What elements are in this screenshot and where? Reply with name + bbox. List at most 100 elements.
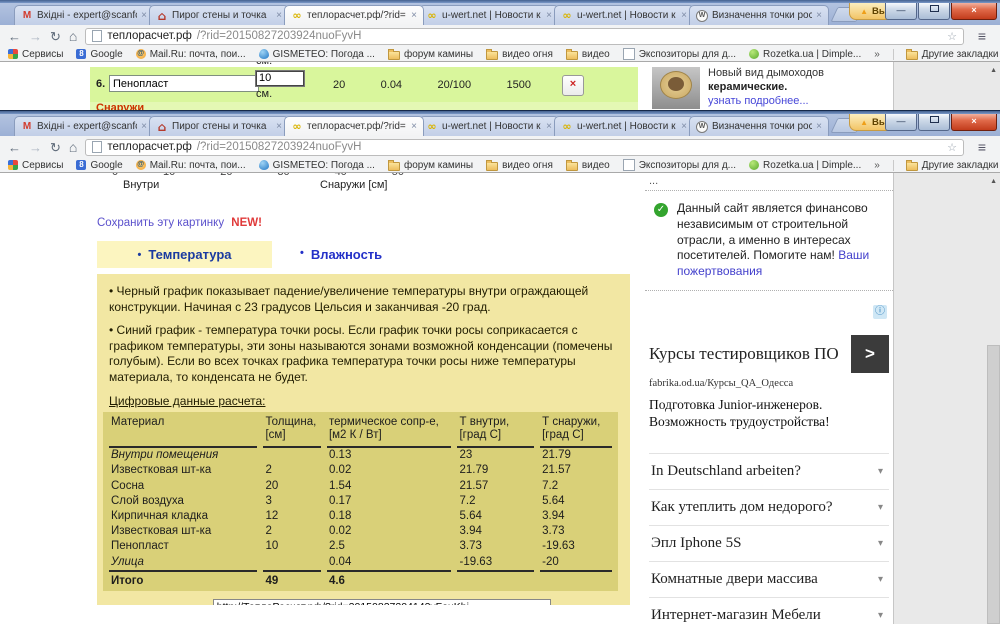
browser-tab[interactable]: Визначення точки рос × — [689, 5, 829, 25]
browser-tab[interactable]: Вхідні - expert@scanfc × — [14, 5, 154, 25]
ad-list: In Deutschland arbeiten? ▾ Как утеплить … — [645, 453, 893, 624]
bookmark-item[interactable]: Mail.Ru: почта, пои... — [136, 160, 246, 171]
address-bar[interactable]: теплорасчет.рф /?rid=20150827203924nuoFy… — [85, 139, 964, 156]
url-path: /?rid=20150827203924nuoFyvH — [197, 141, 362, 153]
bookmark-item[interactable]: Rozetka.ua | Dimple... — [749, 49, 861, 60]
tab-close-icon[interactable]: × — [141, 10, 147, 21]
tab-close-icon[interactable]: × — [411, 121, 417, 132]
browser-tab[interactable]: Пирог стены и точка × — [149, 5, 289, 25]
browser-tab[interactable]: теплорасчет.рф/?rid= × — [284, 5, 424, 25]
bookmark-item[interactable]: Rozetka.ua | Dimple... — [749, 160, 861, 171]
close-button[interactable]: × — [951, 114, 997, 131]
maximize-button[interactable] — [918, 3, 950, 20]
bookmarks-overflow-chevron[interactable]: » — [874, 49, 880, 60]
ad-url: fabrika.od.ua/Курсы_QA_Одесса — [649, 378, 889, 389]
reload-button[interactable]: ↻ — [50, 30, 61, 43]
chevron-down-icon: ▾ — [878, 574, 883, 585]
bookmarks-overflow-chevron[interactable]: » — [874, 160, 880, 171]
bookmark-item[interactable]: Google — [76, 49, 122, 60]
bookmark-item[interactable]: видео огня — [486, 49, 553, 60]
tab-close-icon[interactable]: × — [141, 121, 147, 132]
ad-list-item[interactable]: Комнатные двери массива ▾ — [649, 561, 889, 597]
scroll-up-arrow[interactable]: ▲ — [990, 178, 997, 185]
tab-title: Вхідні - expert@scanfc — [37, 121, 137, 132]
tab-close-icon[interactable]: × — [411, 10, 417, 21]
chevron-down-icon: ▾ — [878, 502, 883, 513]
delete-row-button[interactable]: × — [562, 75, 584, 96]
forward-button[interactable]: → — [29, 30, 42, 43]
bookmark-item[interactable]: форум камины — [388, 49, 473, 60]
ad-list-item-label: In Deutschland arbeiten? — [651, 463, 841, 480]
bookmark-item[interactable]: Сервисы — [8, 160, 63, 171]
reload-button[interactable]: ↻ — [50, 141, 61, 154]
bookmark-item[interactable]: Google — [76, 160, 122, 171]
ad-list-item[interactable]: In Deutschland arbeiten? ▾ — [649, 453, 889, 489]
tab-close-icon[interactable]: × — [681, 121, 687, 132]
bookmark-star-icon[interactable]: ☆ — [947, 141, 957, 154]
ad-list-item[interactable]: Интернет-магазин Мебели ▾ — [649, 597, 889, 624]
menu-button[interactable]: ≡ — [972, 29, 992, 43]
browser-tab[interactable]: u-wert.net | Новости к × — [419, 116, 559, 136]
tab-close-icon[interactable]: × — [276, 10, 282, 21]
minimize-button[interactable]: — — [885, 114, 917, 131]
browser-tab[interactable]: теплорасчет.рф/?rid= × — [284, 116, 424, 136]
url-host: теплорасчет.рф — [107, 141, 191, 153]
ad-title[interactable]: Курсы тестировщиков ПО — [649, 344, 839, 364]
save-image-link[interactable]: Сохранить эту картинку — [97, 217, 224, 229]
bookmark-item[interactable]: Экспозиторы для д... — [623, 159, 736, 171]
chimney-ad[interactable]: Новый вид дымоходов керамические. узнать… — [652, 67, 888, 110]
tab-close-icon[interactable]: × — [276, 121, 282, 132]
tab-close-icon[interactable]: × — [546, 10, 552, 21]
tab-close-icon[interactable]: × — [546, 121, 552, 132]
tab-humidity[interactable]: • Влажность — [300, 247, 382, 262]
browser-tab[interactable]: u-wert.net | Новости к × — [419, 5, 559, 25]
maximize-button[interactable] — [918, 114, 950, 131]
scroll-up-arrow[interactable]: ▲ — [990, 67, 997, 74]
scrollbar-thumb[interactable] — [987, 345, 1000, 624]
browser-tab[interactable]: Вхідні - expert@scanfc × — [14, 116, 154, 136]
back-button[interactable]: ← — [8, 141, 21, 154]
cell-thickness: 3 — [263, 494, 320, 509]
other-bookmarks-folder[interactable]: Другие закладки — [893, 49, 999, 60]
material-name-input[interactable] — [109, 75, 259, 92]
bookmark-item[interactable]: видео огня — [486, 160, 553, 171]
tab-temperature[interactable]: • Температура — [97, 241, 272, 268]
result-link-input[interactable] — [213, 599, 551, 605]
bookmark-star-icon[interactable]: ☆ — [947, 30, 957, 43]
thickness-input[interactable] — [256, 71, 304, 86]
browser-tab[interactable]: Визначення точки рос × — [689, 116, 829, 136]
tab-close-icon[interactable]: × — [816, 10, 822, 21]
ad-list-item-label: Интернет-магазин Мебели — [651, 607, 841, 624]
bookmark-item[interactable]: Экспозиторы для д... — [623, 48, 736, 60]
tab-close-icon[interactable]: × — [816, 121, 822, 132]
browser-tab[interactable]: u-wert.net | Новости к × — [554, 116, 694, 136]
home-button[interactable]: ⌂ — [69, 140, 77, 154]
close-button[interactable]: × — [951, 3, 997, 20]
ad-list-item[interactable]: Эпл Iphone 5S ▾ — [649, 525, 889, 561]
ad-list-item[interactable]: Как утеплить дом недорого? ▾ — [649, 489, 889, 525]
bookmark-item[interactable]: форум камины — [388, 160, 473, 171]
gray-panel: ▲ — [893, 173, 1000, 624]
home-button[interactable]: ⌂ — [69, 29, 77, 43]
col-header-thickness: Толщина, [см] — [263, 412, 320, 449]
bookmark-item[interactable]: GISMETEO: Погода ... — [259, 160, 375, 171]
bookmark-item[interactable]: Mail.Ru: почта, пои... — [136, 49, 246, 60]
tab-close-icon[interactable]: × — [681, 10, 687, 21]
ad-more-link[interactable]: узнать подробнее... — [708, 95, 824, 109]
bookmark-item[interactable]: Сервисы — [8, 49, 63, 60]
browser-tab[interactable]: u-wert.net | Новости к × — [554, 5, 694, 25]
bookmark-item[interactable]: видео — [566, 160, 610, 171]
minimize-button[interactable]: — — [885, 3, 917, 20]
ad-info-icon[interactable]: ⓘ — [873, 305, 887, 319]
forward-button[interactable]: → — [29, 141, 42, 154]
sidebar-ad[interactable]: Курсы тестировщиков ПО > fabrika.od.ua/К… — [645, 335, 893, 431]
other-bookmarks-folder[interactable]: Другие закладки — [893, 160, 999, 171]
ad-chevron-button[interactable]: > — [851, 335, 889, 373]
browser-tab[interactable]: Пирог стены и точка × — [149, 116, 289, 136]
bookmark-item[interactable]: GISMETEO: Погода ... — [259, 49, 375, 60]
address-bar[interactable]: теплорасчет.рф /?rid=20150827203924nuoFy… — [85, 28, 964, 45]
bookmark-item[interactable]: видео — [566, 49, 610, 60]
back-button[interactable]: ← — [8, 30, 21, 43]
dotted-divider — [645, 190, 893, 191]
menu-button[interactable]: ≡ — [972, 140, 992, 154]
